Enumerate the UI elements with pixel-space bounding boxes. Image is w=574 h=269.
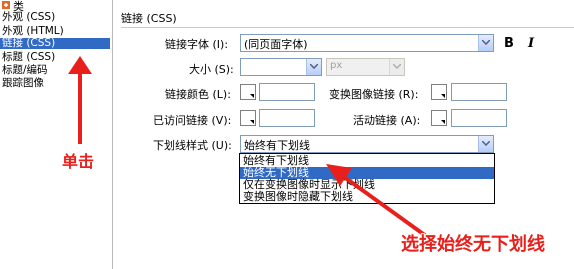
link-color-label: 链接颜色 (L): <box>165 88 231 101</box>
rollover-color-picker[interactable] <box>431 84 447 100</box>
link-font-label: 链接字体 (I): <box>165 38 229 51</box>
annotation-arrow-diagonal-icon <box>326 164 428 238</box>
visited-color-picker[interactable] <box>240 110 256 126</box>
underline-style-select[interactable]: 始终有下划线 <box>240 135 494 153</box>
size-unit-select: px <box>326 58 405 76</box>
rollover-link-label: 变换图像链接 (R): <box>329 88 419 101</box>
underline-style-label: 下划线样式 (U): <box>153 139 232 152</box>
link-color-picker[interactable] <box>240 84 256 100</box>
section-title: 链接 (CSS) <box>121 12 177 25</box>
annotation-select: 选择始终无下划线 <box>401 234 545 255</box>
category-item-appearance-css[interactable]: 外观 (CSS) <box>2 12 55 23</box>
bold-button[interactable]: B <box>504 36 514 51</box>
size-select[interactable] <box>240 58 322 76</box>
category-item-title-encoding[interactable]: 标题/编码 <box>2 65 48 76</box>
chevron-down-icon[interactable] <box>478 35 493 51</box>
italic-button[interactable]: I <box>528 36 534 51</box>
visited-color-field[interactable] <box>259 109 315 127</box>
link-color-field[interactable] <box>259 83 315 101</box>
chevron-down-icon <box>389 59 404 75</box>
link-font-value: (同页面字体) <box>244 38 308 51</box>
visited-link-label: 已访问链接 (V): <box>153 114 232 127</box>
category-item-appearance-html[interactable]: 外观 (HTML) <box>2 26 64 37</box>
category-item-tracing-image[interactable]: 跟踪图像 <box>2 78 44 89</box>
active-color-field[interactable] <box>451 109 507 127</box>
active-color-picker[interactable] <box>431 110 447 126</box>
section-divider <box>121 27 574 28</box>
active-link-label: 活动链接 (A): <box>353 114 421 127</box>
chevron-down-icon[interactable] <box>478 136 493 152</box>
rollover-color-field[interactable] <box>451 83 507 101</box>
category-item-headings-css[interactable]: 标题 (CSS) <box>2 52 55 63</box>
annotation-arrow-up-icon <box>68 56 92 144</box>
size-label: 大小 (S): <box>189 63 234 76</box>
size-unit-value: px <box>330 60 343 71</box>
link-font-select[interactable]: (同页面字体) <box>240 34 494 52</box>
chevron-down-icon[interactable] <box>306 59 321 75</box>
annotation-click: 单击 <box>62 152 95 171</box>
underline-style-value: 始终有下划线 <box>244 139 310 152</box>
